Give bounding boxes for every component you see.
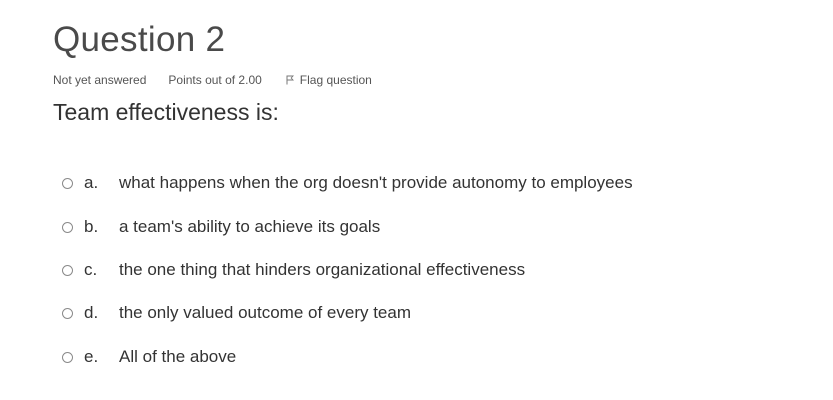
answer-letter: a.: [84, 173, 99, 192]
answer-option-a[interactable]: a. what happens when the org doesn't pro…: [62, 171, 633, 195]
radio-button[interactable]: [62, 221, 73, 233]
flag-icon: [286, 75, 294, 85]
answer-option-d[interactable]: d. the only valued outcome of every team: [62, 301, 411, 325]
question-info: Not yet answered Points out of 2.00 Flag…: [53, 73, 372, 87]
radio-button[interactable]: [62, 351, 73, 363]
radio-button[interactable]: [62, 177, 73, 189]
answer-option-b[interactable]: b. a team's ability to achieve its goals: [62, 215, 380, 239]
question-grade: Points out of 2.00: [168, 73, 262, 87]
answer-option-c[interactable]: c. the one thing that hinders organizati…: [62, 258, 525, 282]
radio-button[interactable]: [62, 307, 73, 319]
question-title: Question 2: [53, 20, 226, 59]
answer-text: All of the above: [119, 347, 237, 366]
flag-question-label: Flag question: [299, 73, 372, 87]
answer-text: what happens when the org doesn't provid…: [119, 173, 633, 192]
answer-letter: e.: [84, 347, 99, 366]
answer-letter: d.: [84, 303, 99, 322]
question-status: Not yet answered: [53, 73, 147, 87]
radio-button[interactable]: [62, 264, 73, 276]
answer-text: the one thing that hinders organizationa…: [119, 260, 526, 279]
answer-text: the only valued outcome of every team: [119, 303, 411, 322]
quiz-question: Question 2 Not yet answered Points out o…: [0, 0, 833, 400]
question-text: Team effectiveness is:: [53, 99, 279, 125]
answer-letter: c.: [84, 260, 98, 279]
answer-letter: b.: [84, 217, 99, 236]
flag-question-button[interactable]: Flag question: [286, 73, 372, 87]
answer-text: a team's ability to achieve its goals: [119, 217, 381, 236]
answer-option-e[interactable]: e. All of the above: [62, 345, 236, 369]
